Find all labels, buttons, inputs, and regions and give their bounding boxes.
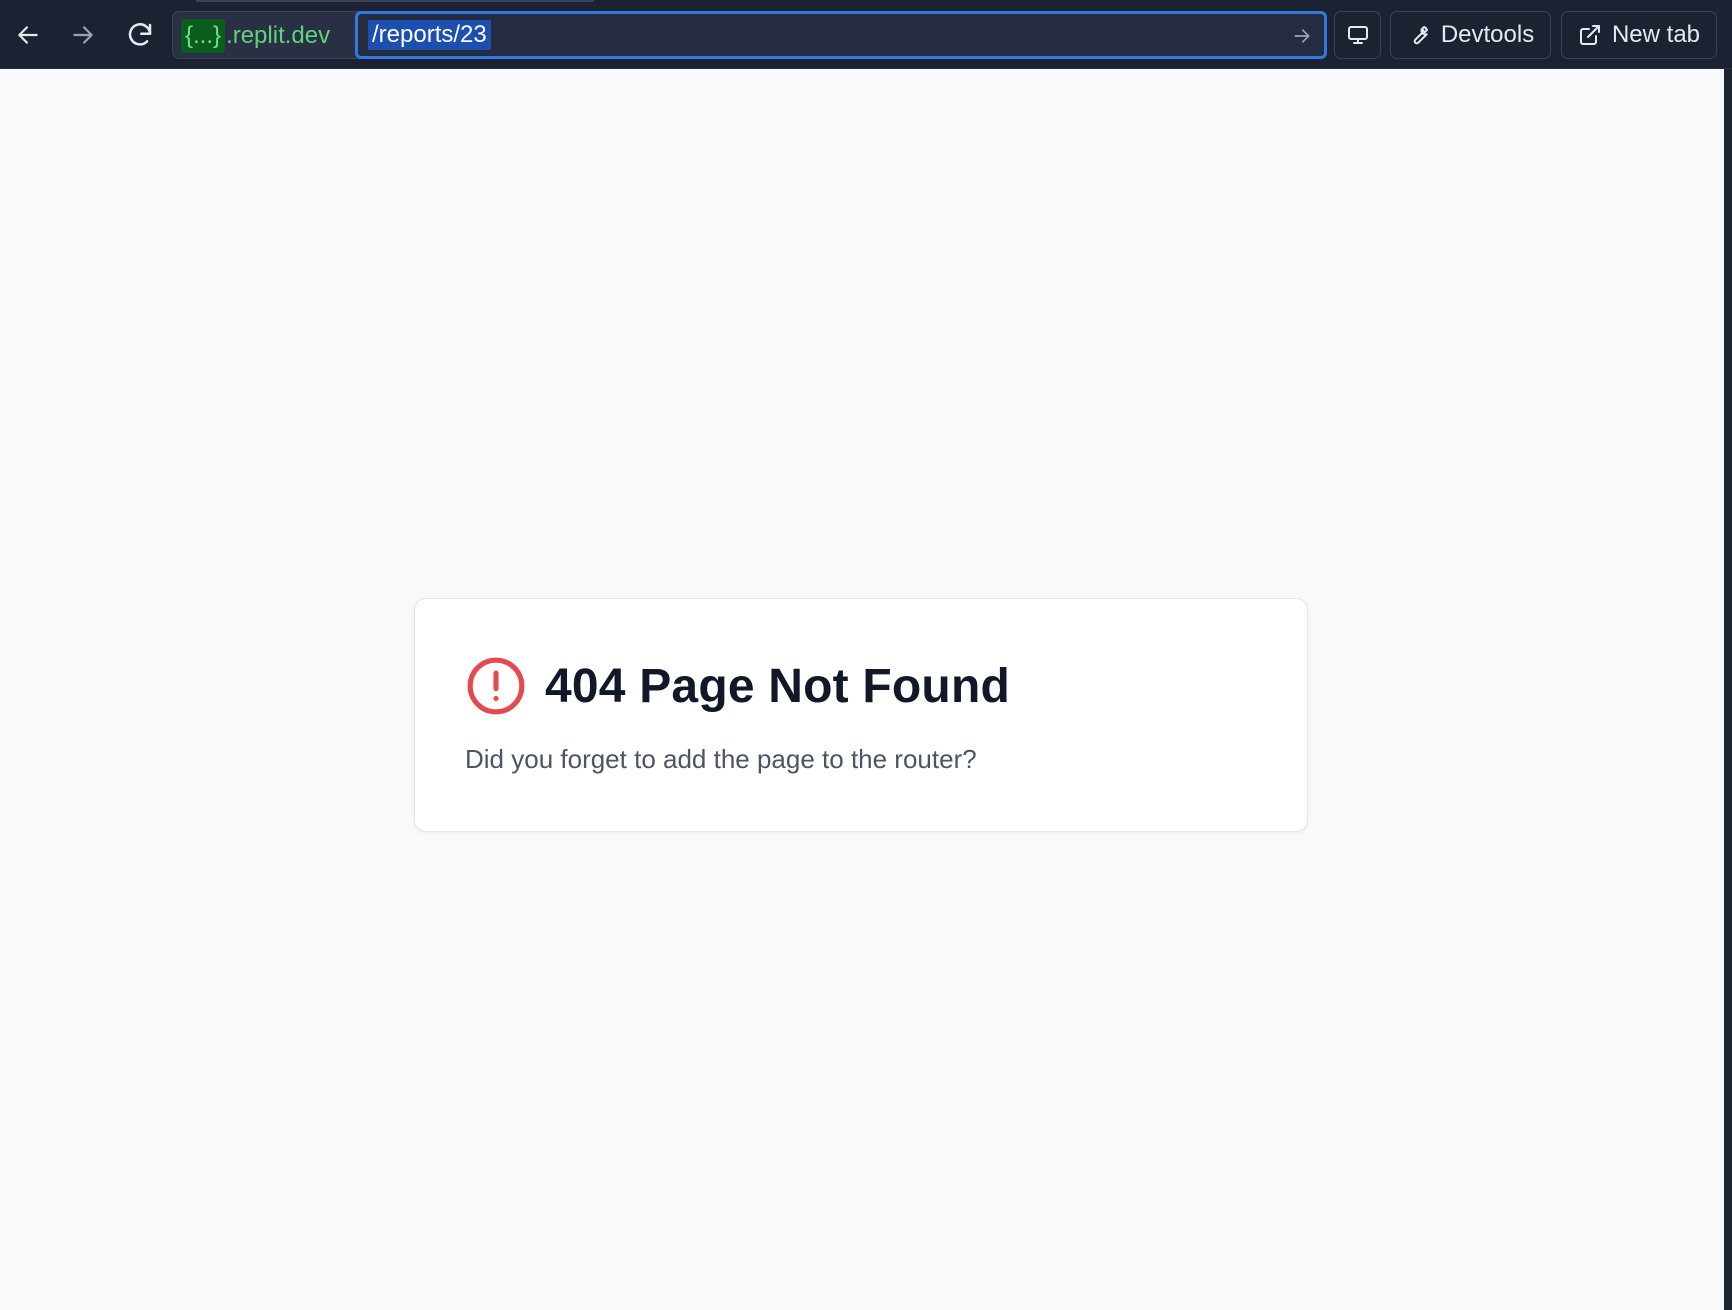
external-link-icon bbox=[1579, 25, 1600, 45]
dev-domain-badge: {...} bbox=[181, 19, 226, 53]
alert-circle-icon bbox=[467, 657, 525, 715]
url-domain: {...} .replit.dev bbox=[181, 19, 330, 53]
page-description: Did you forget to add the page to the ro… bbox=[465, 744, 977, 774]
reload-button[interactable] bbox=[119, 14, 161, 56]
arrow-left-icon bbox=[18, 26, 38, 44]
wrench-icon bbox=[1413, 26, 1428, 45]
page-title: 404 Page Not Found bbox=[545, 659, 1010, 713]
url-path-selected-text[interactable]: /reports/23 bbox=[368, 20, 491, 50]
url-go-button[interactable] bbox=[1290, 24, 1314, 48]
browser-toolbar: {...} .replit.dev /reports/23 Devtools N… bbox=[0, 0, 1732, 69]
reload-icon bbox=[128, 23, 152, 46]
window-edge bbox=[1724, 69, 1732, 1310]
arrow-right-icon bbox=[73, 26, 93, 44]
monitor-icon bbox=[1347, 26, 1368, 44]
new-tab-button[interactable]: New tab bbox=[1561, 11, 1717, 59]
devtools-label: Devtools bbox=[1440, 21, 1535, 48]
screen-size-button[interactable] bbox=[1334, 11, 1381, 59]
card-header: 404 Page Not Found bbox=[465, 655, 1010, 717]
url-host: .replit.dev bbox=[226, 22, 331, 49]
arrow-right-icon bbox=[1294, 29, 1310, 43]
address-bar[interactable]: {...} .replit.dev /reports/23 bbox=[172, 11, 1327, 59]
page-viewport: 404 Page Not Found Did you forget to add… bbox=[0, 69, 1724, 1310]
forward-button[interactable] bbox=[62, 14, 104, 56]
new-tab-label: New tab bbox=[1611, 21, 1701, 48]
url-path-input[interactable]: /reports/23 bbox=[355, 11, 1327, 59]
back-button[interactable] bbox=[7, 14, 49, 56]
devtools-button[interactable]: Devtools bbox=[1390, 11, 1551, 59]
tab-indicator bbox=[196, 0, 594, 2]
not-found-card: 404 Page Not Found Did you forget to add… bbox=[414, 598, 1308, 832]
